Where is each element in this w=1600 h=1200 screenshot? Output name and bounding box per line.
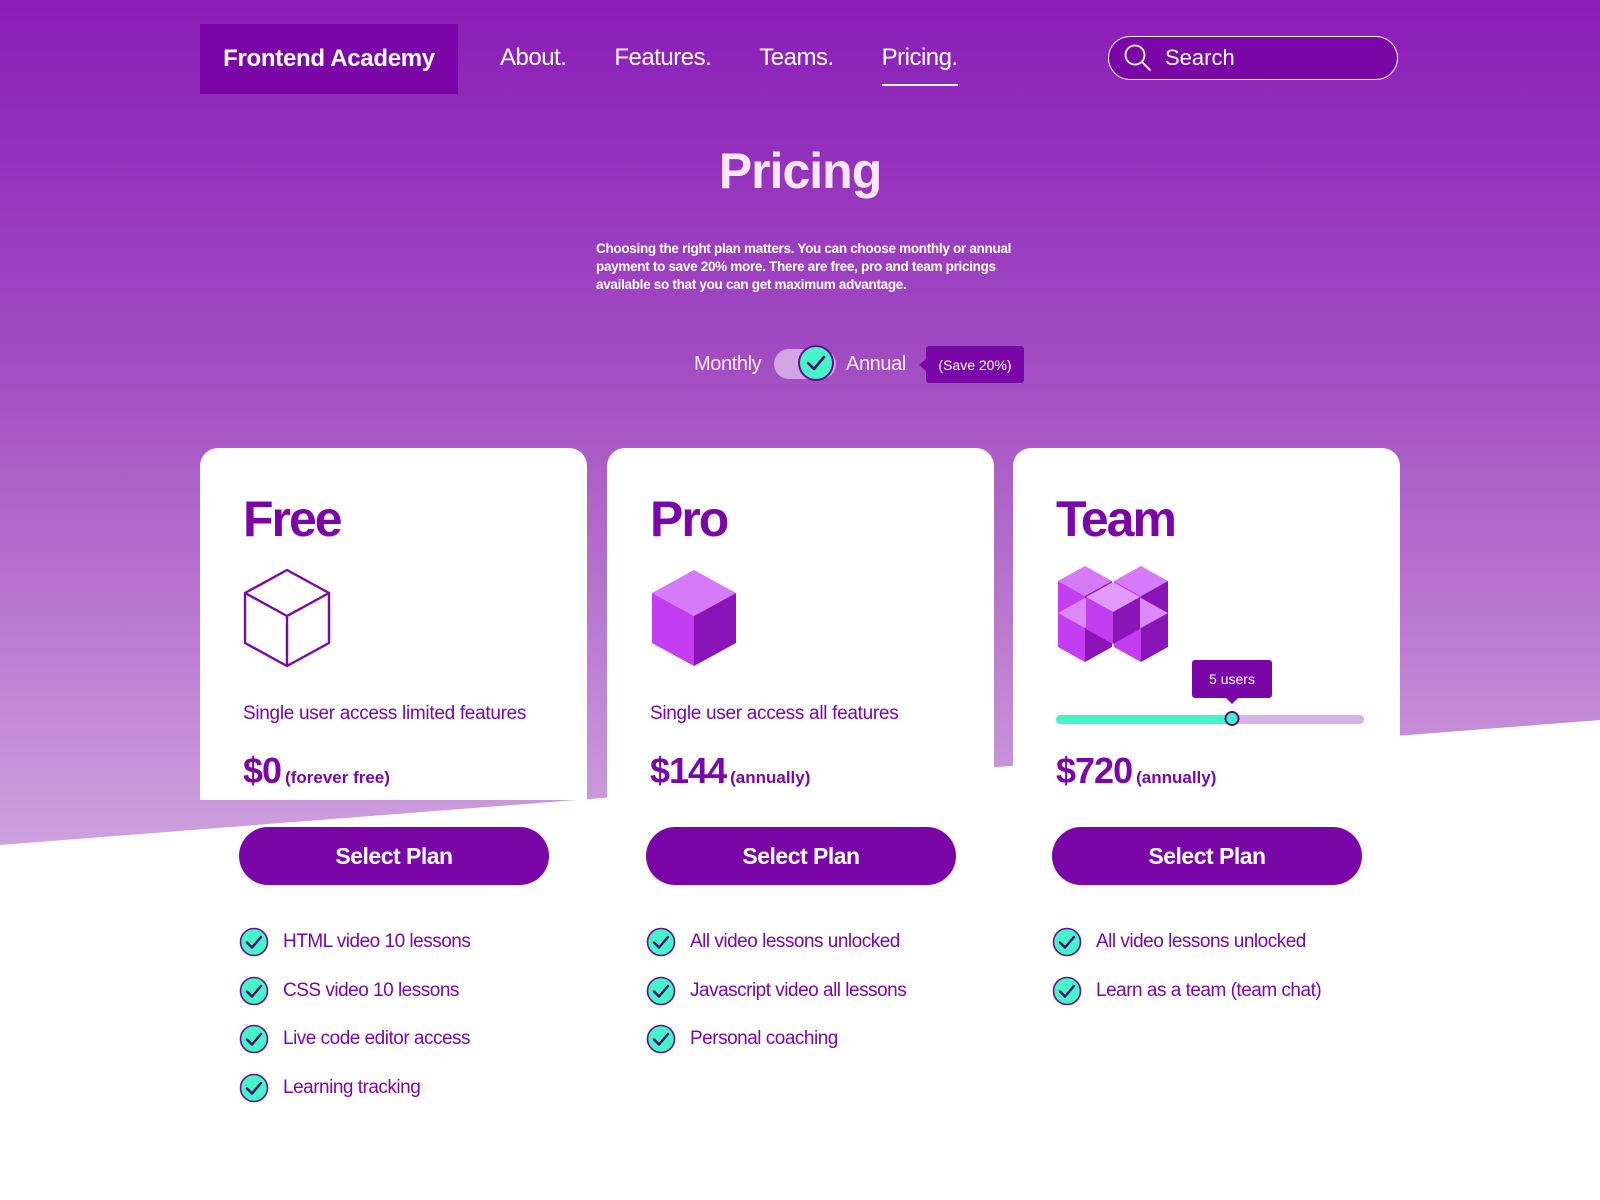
nav-about[interactable]: About. — [500, 44, 567, 86]
top-header: Frontend Academy About. Features. Teams.… — [200, 24, 1400, 94]
check-circle-icon — [1052, 927, 1082, 957]
check-circle-icon — [646, 927, 676, 957]
plan-card-pro: Pro Single user access all features $144… — [607, 448, 994, 1068]
plan-name: Pro — [650, 491, 729, 547]
plan-description: Single user access limited features — [243, 703, 527, 724]
check-circle-icon — [239, 1024, 269, 1054]
feature-label: CSS video 10 lessons — [283, 979, 459, 1001]
plan-card-free: Free Single user access limited features… — [200, 448, 587, 1103]
feature-item: CSS video 10 lessons — [239, 967, 470, 1016]
feature-item: Personal coaching — [646, 1015, 906, 1064]
check-circle-icon — [239, 976, 269, 1006]
search-input[interactable]: Search — [1108, 36, 1398, 80]
search-icon — [1124, 44, 1151, 71]
price-amount: $720 — [1056, 750, 1133, 791]
check-circle-icon — [1052, 976, 1082, 1006]
plan-price: $144 (annually) — [650, 750, 810, 792]
select-plan-button[interactable]: Select Plan — [646, 827, 956, 885]
annual-label[interactable]: Annual — [846, 353, 906, 376]
feature-label: All video lessons unlocked — [690, 931, 900, 953]
users-slider[interactable]: 5 users — [1056, 660, 1364, 726]
check-circle-icon — [239, 1073, 269, 1103]
feature-label: Learn as a team (team chat) — [1096, 979, 1322, 1001]
select-plan-button[interactable]: Select Plan — [1052, 827, 1362, 885]
check-circle-icon — [646, 976, 676, 1006]
cube-outline-icon — [243, 568, 331, 668]
feature-item: All video lessons unlocked — [1052, 918, 1321, 967]
feature-label: Live code editor access — [283, 1028, 471, 1050]
nav-teams[interactable]: Teams. — [759, 44, 834, 86]
feature-label: Javascript video all lessons — [690, 979, 907, 1001]
toggle-knob[interactable] — [798, 345, 834, 381]
save-badge: (Save 20%) — [919, 346, 1024, 383]
feature-item: Javascript video all lessons — [646, 967, 907, 1016]
page-title: Pricing — [718, 143, 882, 199]
price-period: (annually) — [1136, 768, 1217, 787]
price-period: (annually) — [730, 768, 811, 787]
feature-item: Live code editor access — [239, 1015, 471, 1064]
users-tooltip: 5 users — [1192, 660, 1272, 704]
check-circle-icon — [239, 927, 269, 957]
feature-list: All video lessons unlocked Learn as a te… — [1052, 918, 1322, 1016]
price-amount: $144 — [650, 750, 727, 791]
nav-pricing[interactable]: Pricing. — [881, 44, 958, 86]
search-placeholder: Search — [1165, 45, 1235, 70]
check-circle-icon — [646, 1024, 676, 1054]
select-plan-button[interactable]: Select Plan — [239, 827, 549, 885]
feature-item: Learning tracking — [239, 1064, 470, 1113]
plan-name: Free — [243, 491, 343, 547]
slider-thumb[interactable] — [1224, 711, 1240, 726]
slider-fill — [1056, 715, 1232, 724]
nav-features[interactable]: Features. — [614, 44, 711, 86]
page-description: Choosing the right plan matters. You can… — [596, 241, 1012, 292]
price-amount: $0 — [243, 750, 282, 791]
plan-name: Team — [1056, 491, 1177, 547]
plan-card-team: Team 5 users $720 (annually) Select Plan … — [1013, 448, 1400, 1068]
plan-price: $0 (forever free) — [243, 750, 390, 792]
cubes-cluster-icon — [1058, 566, 1168, 662]
feature-list: HTML video 10 lessons CSS video 10 lesso… — [239, 918, 471, 1113]
price-period: (forever free) — [285, 768, 390, 787]
brand-logo[interactable]: Frontend Academy — [200, 24, 458, 94]
plan-price: $720 (annually) — [1056, 750, 1216, 792]
feature-label: All video lessons unlocked — [1096, 931, 1306, 953]
feature-label: HTML video 10 lessons — [283, 931, 471, 953]
feature-item: HTML video 10 lessons — [239, 918, 471, 967]
main-nav: About. Features. Teams. Pricing. — [500, 44, 958, 86]
feature-label: Personal coaching — [690, 1028, 838, 1050]
feature-label: Learning tracking — [283, 1076, 421, 1098]
feature-item: All video lessons unlocked — [646, 918, 906, 967]
plan-description: Single user access all features — [650, 703, 899, 724]
monthly-label[interactable]: Monthly — [694, 353, 762, 376]
cube-solid-icon — [652, 570, 736, 666]
check-icon — [806, 355, 826, 371]
feature-item: Learn as a team (team chat) — [1052, 967, 1322, 1016]
feature-list: All video lessons unlocked Javascript vi… — [646, 918, 907, 1064]
